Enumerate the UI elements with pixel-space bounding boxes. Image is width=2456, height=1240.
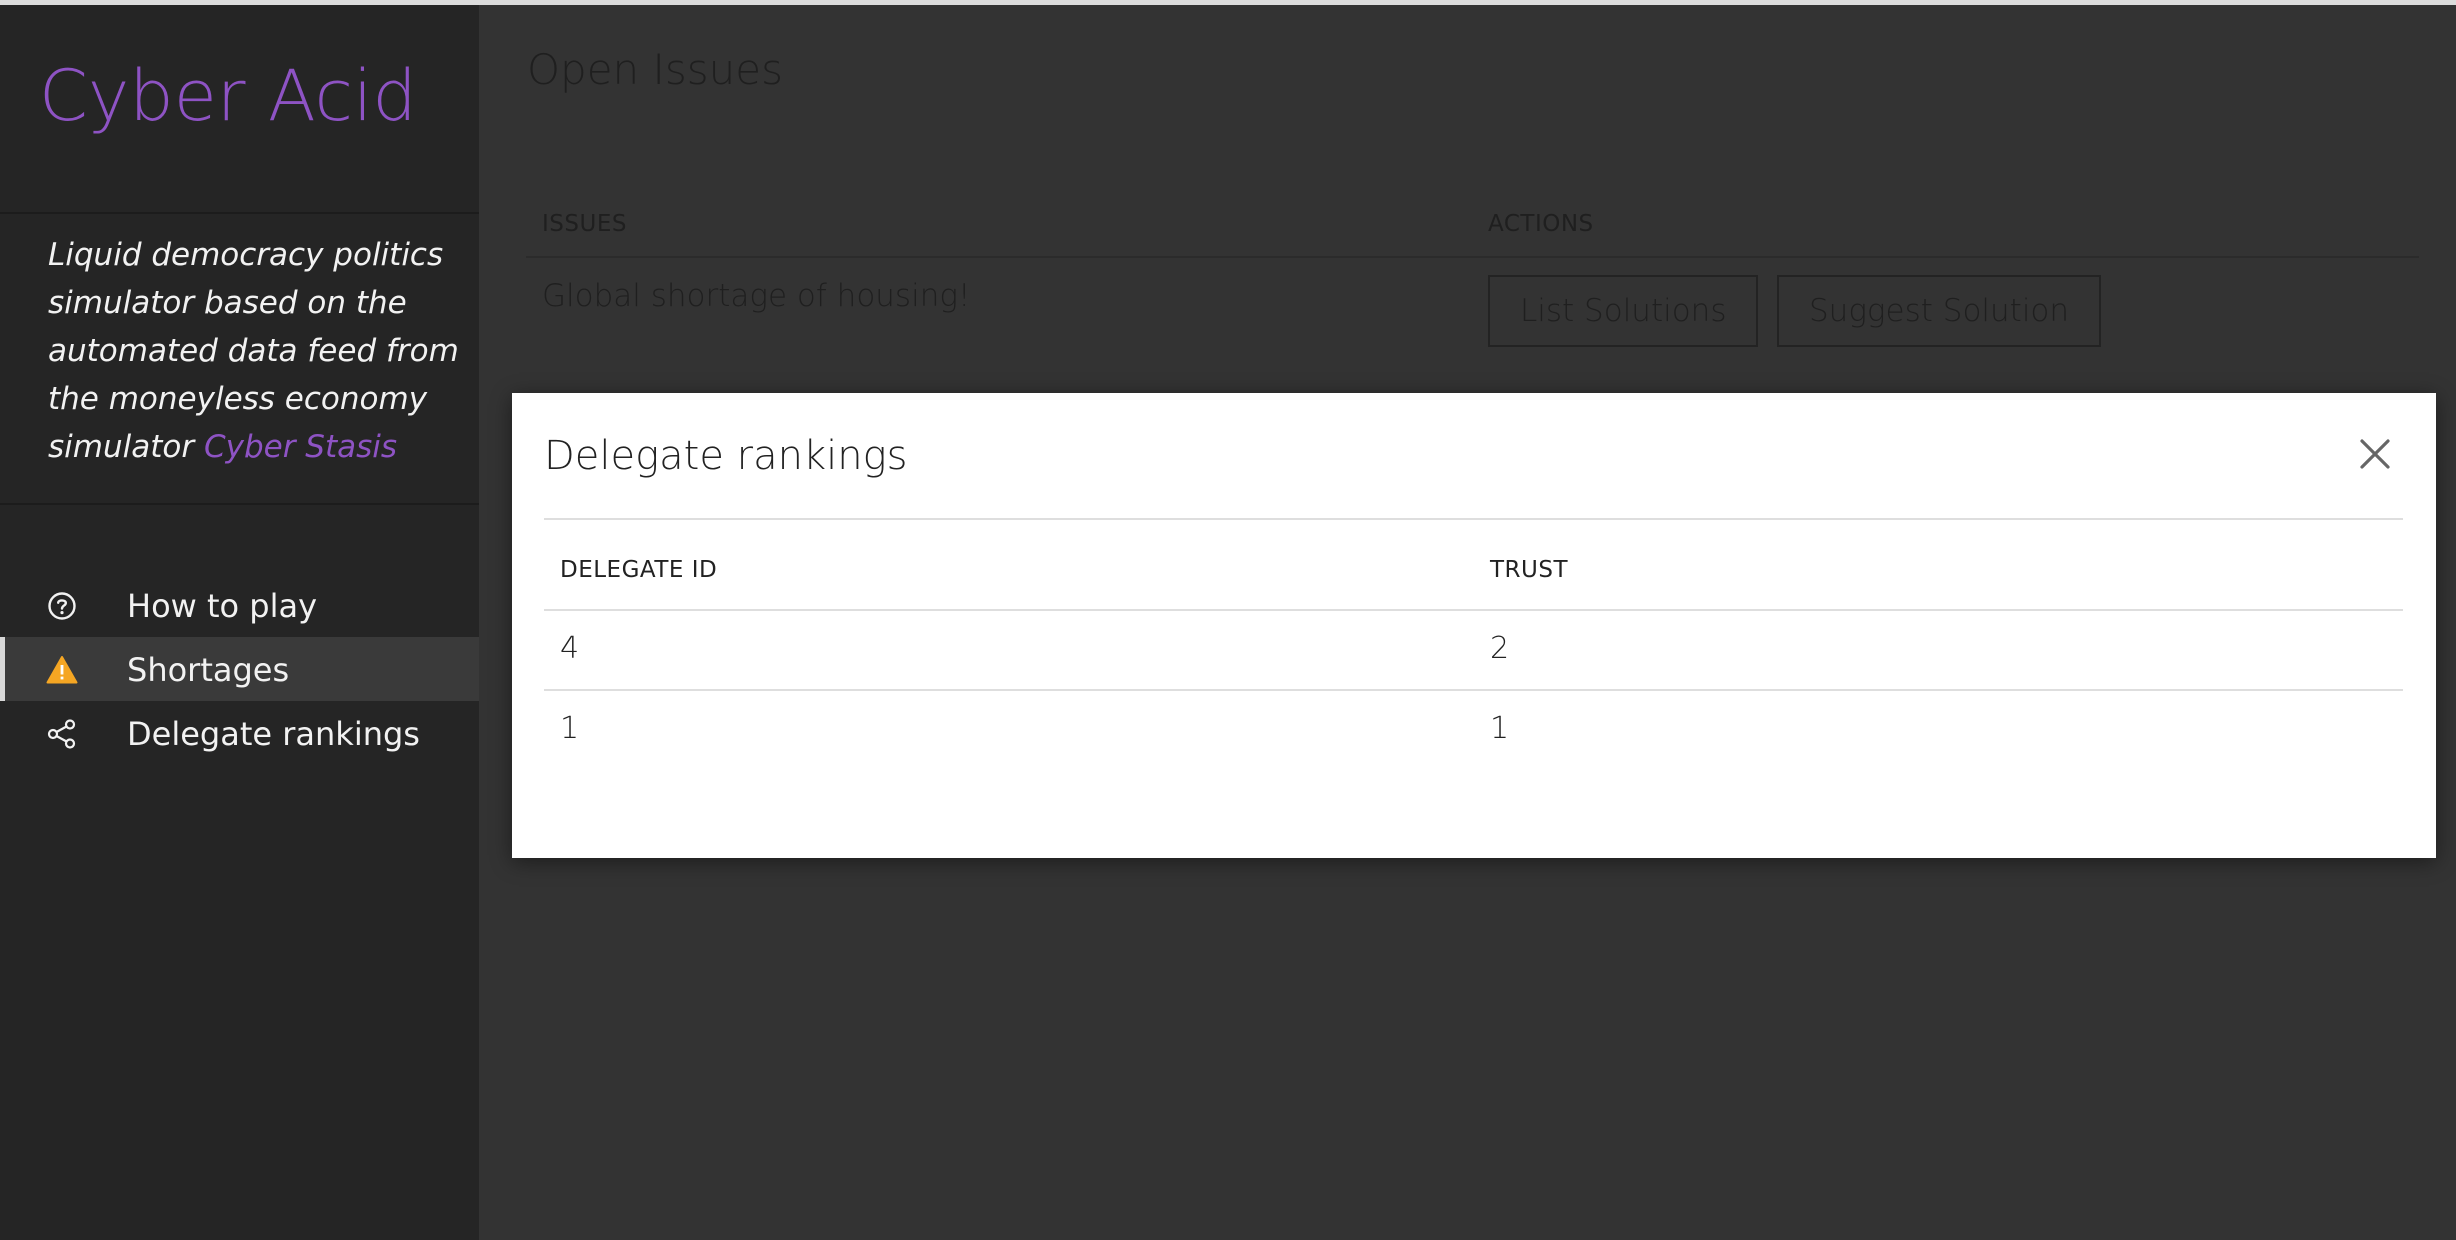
sidebar-item-delegate-rankings[interactable]: Delegate rankings bbox=[0, 701, 479, 765]
trust-cell: 1 bbox=[1490, 711, 1510, 746]
table-header: ISSUES ACTIONS bbox=[526, 198, 2419, 258]
table-row: 4 2 bbox=[544, 611, 2403, 691]
sidebar-item-how-to-play[interactable]: How to play bbox=[0, 573, 479, 637]
warning-icon bbox=[46, 654, 78, 686]
sidebar-divider bbox=[0, 503, 479, 505]
column-header-trust: TRUST bbox=[1490, 557, 1569, 583]
table-header: DELEGATE ID TRUST bbox=[544, 520, 2403, 611]
share-icon bbox=[46, 718, 78, 750]
brand-title[interactable]: Cyber Acid bbox=[39, 55, 417, 137]
suggest-solution-button[interactable]: Suggest Solution bbox=[1777, 275, 2102, 347]
sidebar-item-label: How to play bbox=[127, 587, 318, 625]
tagline: Liquid democracy politics simulator base… bbox=[48, 231, 468, 471]
sidebar-item-label: Delegate rankings bbox=[127, 715, 420, 753]
table-row: 1 1 bbox=[544, 691, 2403, 771]
sidebar: Cyber Acid Liquid democracy politics sim… bbox=[0, 5, 479, 1240]
issues-table: ISSUES ACTIONS Global shortage of housin… bbox=[526, 198, 2419, 358]
page-title: Open Issues bbox=[527, 45, 784, 94]
app-window: Cyber Acid Liquid democracy politics sim… bbox=[0, 0, 2456, 1240]
delegate-rankings-modal: Delegate rankings DELEGATE ID TRUST 4 2 … bbox=[512, 393, 2436, 858]
delegate-id-cell: 4 bbox=[560, 631, 580, 666]
close-icon[interactable] bbox=[2352, 431, 2398, 477]
sidebar-item-shortages[interactable]: Shortages bbox=[0, 637, 479, 701]
modal-title: Delegate rankings bbox=[544, 433, 908, 479]
trust-cell: 2 bbox=[1490, 631, 1510, 666]
delegate-id-cell: 1 bbox=[560, 711, 580, 746]
cyber-stasis-link[interactable]: Cyber Stasis bbox=[204, 429, 397, 465]
column-header-delegate-id: DELEGATE ID bbox=[560, 557, 718, 583]
sidebar-item-label: Shortages bbox=[127, 651, 290, 689]
table-row: Global shortage of housing! List Solutio… bbox=[526, 258, 2419, 358]
sidebar-nav: How to play Shortages Delegate rankings bbox=[0, 573, 479, 765]
issue-text: Global shortage of housing! bbox=[542, 278, 971, 314]
column-header-actions: ACTIONS bbox=[1488, 211, 1594, 237]
sidebar-divider bbox=[0, 212, 479, 214]
column-header-issues: ISSUES bbox=[542, 211, 627, 237]
delegate-rankings-table: DELEGATE ID TRUST 4 2 1 1 bbox=[544, 520, 2403, 771]
list-solutions-button[interactable]: List Solutions bbox=[1488, 275, 1759, 347]
help-circle-icon bbox=[46, 590, 78, 622]
